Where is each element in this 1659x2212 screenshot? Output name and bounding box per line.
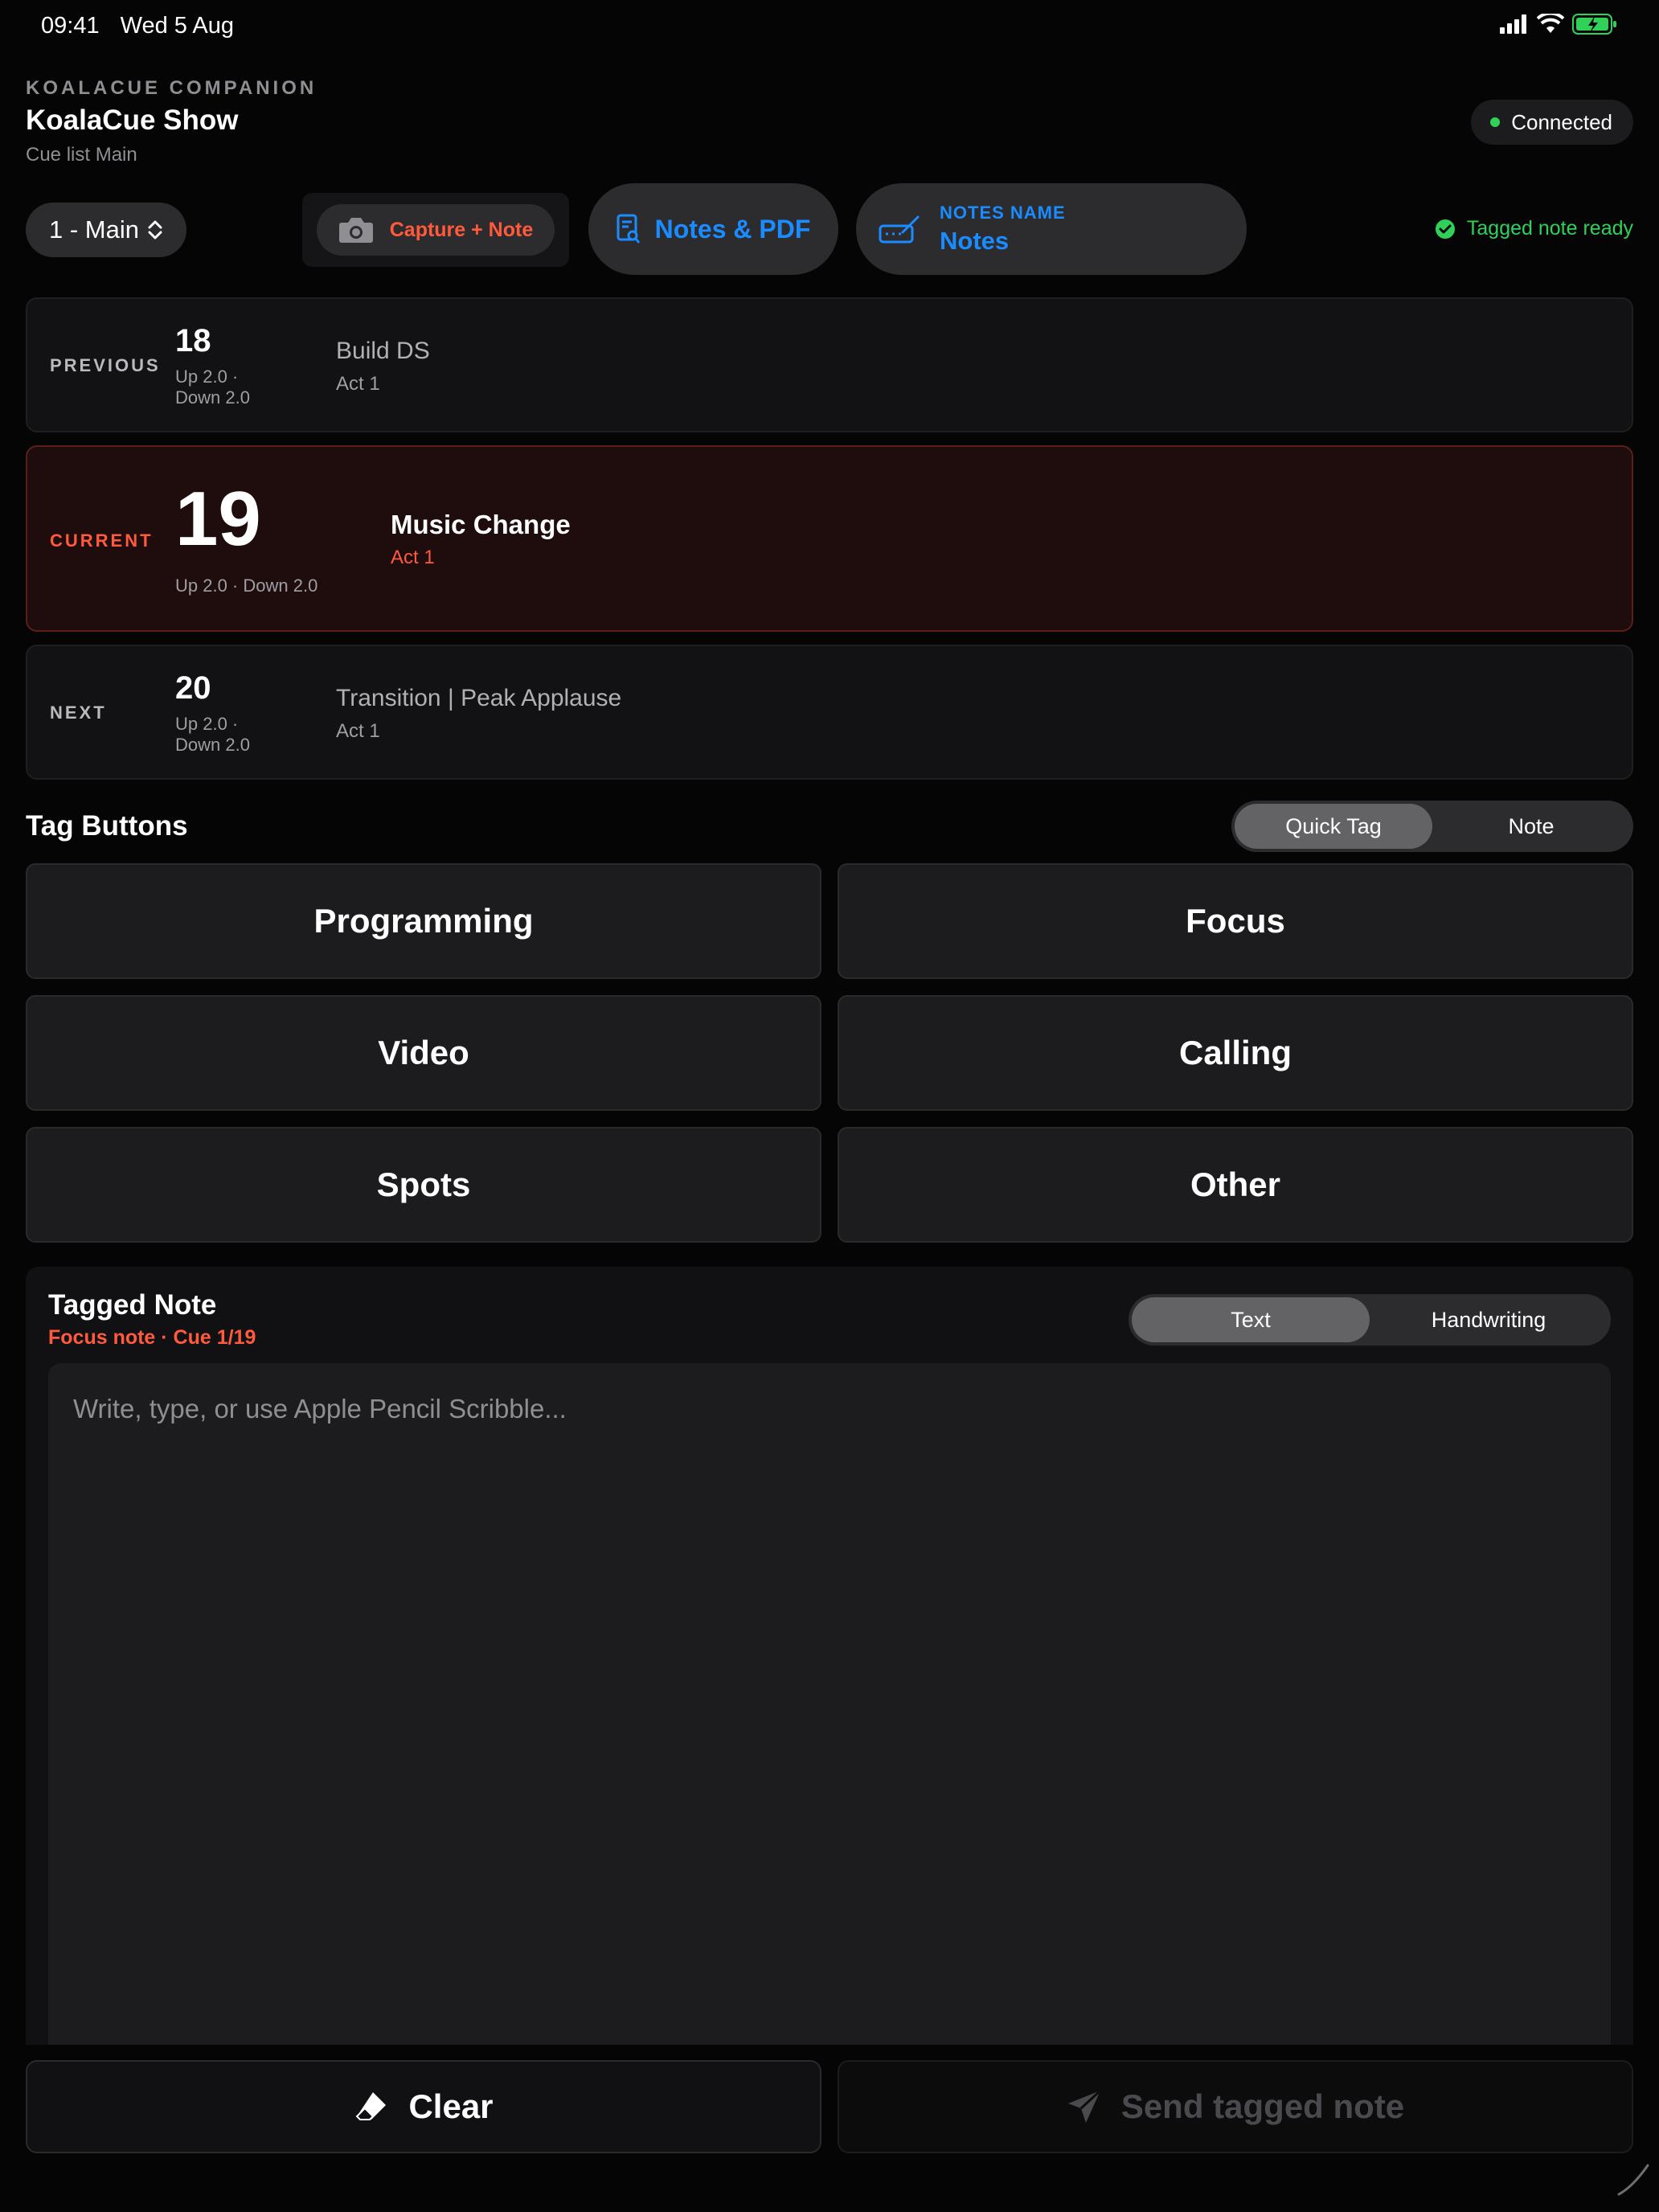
tag-button-spots[interactable]: Spots [26,1127,821,1243]
tag-button-video[interactable]: Video [26,995,821,1111]
clear-button[interactable]: Clear [26,2060,821,2153]
notes-name-text: NOTES NAME Notes [940,203,1066,256]
next-cue-name: Transition | Peak Applause [336,685,622,711]
cellular-signal-icon [1500,14,1526,34]
connection-status-label: Connected [1511,109,1612,134]
status-time: 09:41 Wed 5 Aug [41,13,234,39]
previous-cue-card[interactable]: PREVIOUS 18 Up 2.0 · Down 2.0 Build DS A… [26,297,1633,432]
next-cue-number: 20 [175,670,211,706]
previous-cue-timing-down: Down 2.0 [175,387,250,408]
cue-list-picker-value: 1 - Main [49,215,139,244]
quick-tag-option[interactable]: Quick Tag [1235,804,1432,849]
notes-pdf-button[interactable]: Notes & PDF [588,183,838,275]
previous-cue-label: PREVIOUS [50,355,161,375]
connection-status-badge: Connected [1471,100,1633,145]
keyboard-pencil-icon [879,215,920,244]
previous-cue-name: Build DS [336,338,430,364]
chevron-up-down-icon [148,220,162,240]
tagged-note-subtitle: Focus note · Cue 1/19 [48,1326,256,1349]
pencil-scribble-icon [1617,2164,1649,2196]
app-kicker: KOALACUE COMPANION [26,77,317,99]
battery-charging-icon [1572,14,1616,35]
next-cue-label: NEXT [50,703,107,723]
next-cue-act: Act 1 [336,720,380,742]
notes-name-kicker: NOTES NAME [940,203,1066,223]
next-cue-timing-down: Down 2.0 [175,735,250,755]
status-icons [1500,13,1617,35]
tagged-note-text-area[interactable] [48,1363,1611,2045]
capture-note-button[interactable]: Capture + Note [317,204,555,256]
tag-ready-label: Tagged note ready [1466,217,1633,240]
current-cue-timing: Up 2.0 · Down 2.0 [175,576,318,596]
clear-label: Clear [408,2087,494,2125]
next-cue-timing: Up 2.0 · Down 2.0 [175,714,250,756]
paper-plane-icon [1067,2089,1101,2123]
tag-buttons-title: Tag Buttons [26,810,188,842]
show-title: KoalaCue Show [26,104,239,136]
capture-note-label: Capture + Note [389,218,534,241]
status-date: Wed 5 Aug [120,13,234,39]
send-tagged-note-label: Send tagged note [1120,2087,1405,2125]
notes-name-field[interactable]: NOTES NAME Notes [856,183,1247,275]
previous-cue-number: 18 [175,323,211,358]
current-cue-act: Act 1 [391,547,435,568]
notes-pdf-label: Notes & PDF [654,214,811,244]
tag-button-focus[interactable]: Focus [838,863,1633,979]
handwriting-mode-option[interactable]: Handwriting [1370,1297,1608,1342]
eraser-icon [356,2092,387,2120]
current-cue-label: CURRENT [50,530,154,551]
wifi-icon [1537,14,1564,33]
tagged-note-title: Tagged Note [48,1289,217,1321]
tag-button-other[interactable]: Other [838,1127,1633,1243]
previous-cue-timing-up: Up 2.0 · [175,367,239,387]
connected-dot-icon [1490,117,1501,127]
status-clock: 09:41 [41,13,100,39]
cue-list-picker[interactable]: 1 - Main [26,203,186,257]
cue-list-subtitle: Cue list Main [26,144,137,166]
tag-button-programming[interactable]: Programming [26,863,821,979]
next-cue-timing-up: Up 2.0 · [175,714,239,734]
previous-cue-act: Act 1 [336,373,380,395]
tag-ready-status: Tagged note ready [1435,217,1633,240]
next-cue-card[interactable]: NEXT 20 Up 2.0 · Down 2.0 Transition | P… [26,645,1633,780]
capture-container: Capture + Note [302,193,569,267]
tagged-note-placeholder: Write, type, or use Apple Pencil Scribbl… [73,1394,567,1423]
current-cue-number: 19 [175,476,261,562]
document-search-icon [616,214,640,244]
current-cue-card[interactable]: CURRENT 19 Up 2.0 · Down 2.0 Music Chang… [26,445,1633,632]
current-cue-name: Music Change [391,510,571,539]
notes-name-value: Notes [940,227,1010,255]
previous-cue-timing: Up 2.0 · Down 2.0 [175,367,250,408]
note-input-mode-segmented-control: Text Handwriting [1129,1294,1611,1346]
checkmark-circle-icon [1435,219,1455,239]
send-tagged-note-button[interactable]: Send tagged note [838,2060,1633,2153]
tag-mode-segmented-control: Quick Tag Note [1231,801,1633,852]
note-option[interactable]: Note [1432,804,1630,849]
text-mode-option[interactable]: Text [1132,1297,1370,1342]
camera-icon [338,218,373,243]
tag-button-calling[interactable]: Calling [838,995,1633,1111]
